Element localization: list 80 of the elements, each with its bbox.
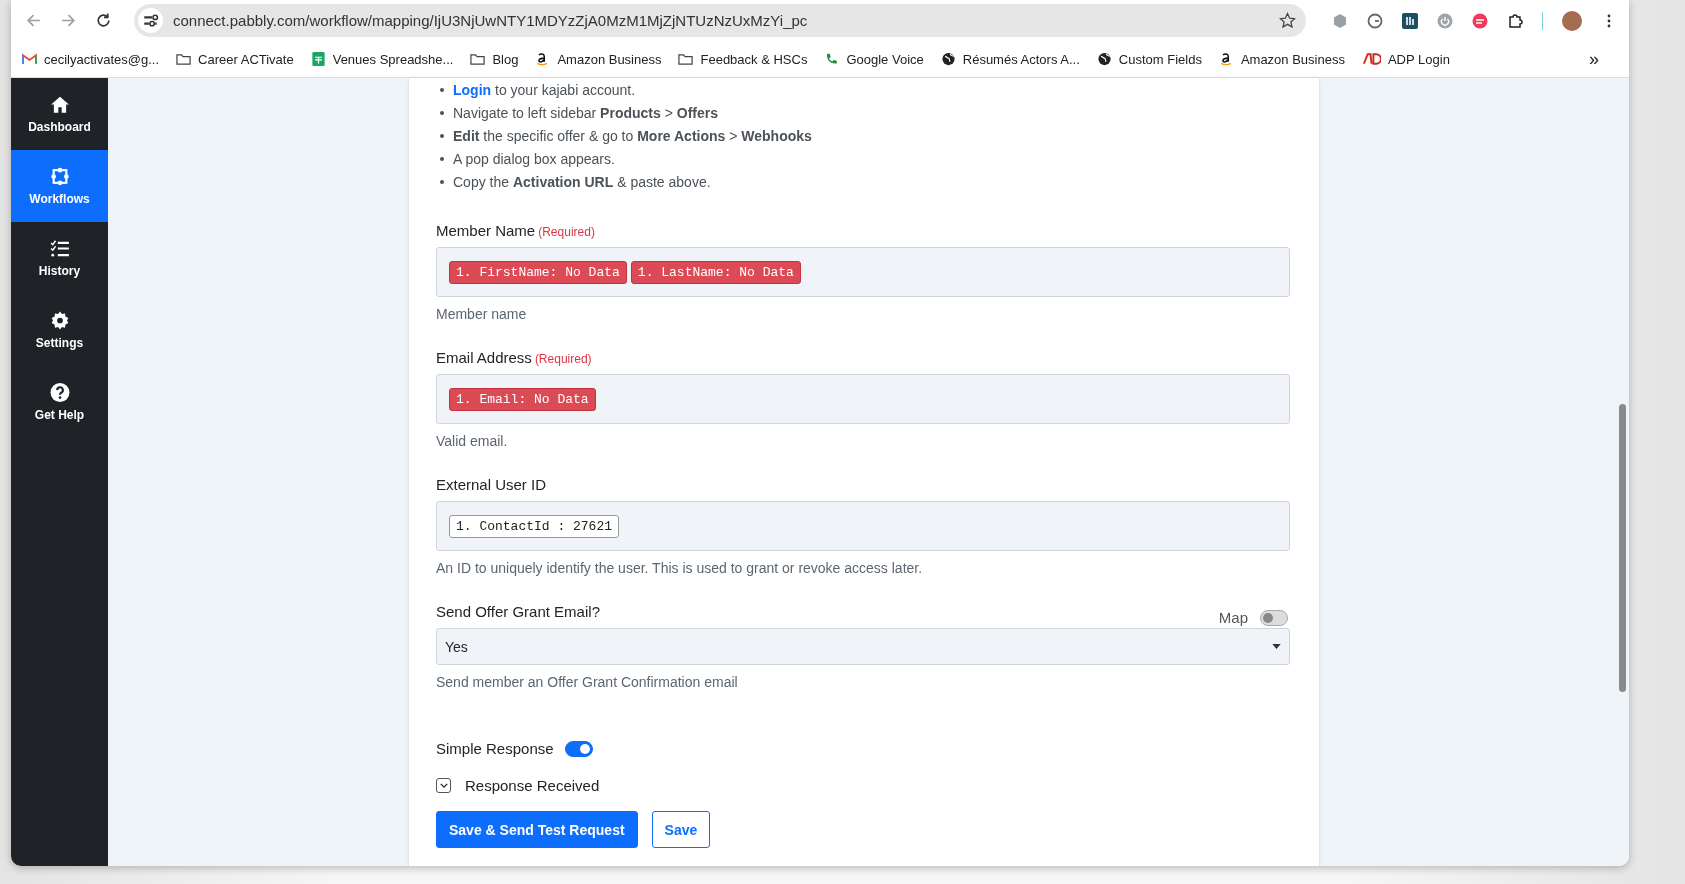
- simple-response-toggle[interactable]: [564, 740, 593, 757]
- bookmark[interactable]: Résumés Actors A...: [940, 51, 1080, 67]
- field-hint: Member name: [436, 306, 528, 322]
- globe-icon: [940, 52, 956, 66]
- sidebar-item[interactable]: Get Help: [11, 366, 108, 438]
- folder-icon: [176, 52, 192, 66]
- folder-icon: [678, 52, 694, 66]
- login-link[interactable]: Login: [453, 81, 492, 98]
- chevron-icon: [439, 783, 448, 788]
- sidebar-item[interactable]: Workflows: [11, 150, 108, 222]
- mapped-value-tag: 1. FirstName: No Data: [449, 260, 627, 284]
- amazon-icon: [1218, 52, 1234, 66]
- globe-icon: [1096, 52, 1112, 66]
- save-and-test-button[interactable]: Save & Send Test Request: [436, 811, 638, 848]
- extension-icon[interactable]: [1402, 12, 1418, 29]
- bookmark[interactable]: Google Voice: [824, 51, 924, 67]
- reload-icon[interactable]: [95, 12, 112, 29]
- map-toggle[interactable]: [1260, 609, 1288, 626]
- bookmark[interactable]: Feedback & HSCs: [678, 51, 808, 67]
- checklist-icon: [49, 238, 70, 258]
- power-icon[interactable]: [1437, 12, 1453, 29]
- bookmark[interactable]: Custom Fields: [1096, 51, 1202, 67]
- bookmark[interactable]: Amazon Business: [535, 51, 662, 67]
- toggle-label: Simple Response: [436, 740, 554, 757]
- map-label: Map: [1218, 609, 1248, 626]
- required-note: (Required): [538, 225, 595, 239]
- bookmark[interactable]: Venues Spreadshe...: [310, 51, 454, 67]
- bookmark[interactable]: ADP Login: [1361, 51, 1450, 67]
- field-label: Send Offer Grant Email?: [436, 603, 600, 620]
- adp-logo-icon: [1361, 52, 1381, 66]
- bookmark-star-icon[interactable]: [1279, 12, 1296, 29]
- select-field[interactable]: Yes: [436, 628, 1290, 665]
- instruction-text: A pop dialog box appears.: [453, 150, 615, 167]
- folder-icon: [470, 52, 486, 66]
- sidebar-item[interactable]: Settings: [11, 294, 108, 366]
- mapped-value-tag: 1. LastName: No Data: [630, 260, 801, 284]
- instruction-text: Navigate to left sidebar Products > Offers: [453, 104, 718, 121]
- field-hint: An ID to uniquely identify the user. This is used to grant or revoke access later.: [436, 560, 924, 576]
- sidebar-item[interactable]: Dashboard: [11, 78, 108, 150]
- field-label: Member Name: [436, 222, 536, 239]
- more-bookmarks-button[interactable]: »: [1589, 48, 1599, 70]
- instruction-text: Copy the Activation URL & paste above.: [453, 173, 711, 190]
- field-label: Email Address: [436, 349, 532, 366]
- bookmark[interactable]: Blog: [470, 51, 519, 67]
- bookmark[interactable]: cecilyactivates@g...: [22, 51, 160, 67]
- url-text: connect.pabbly.com/workflow/mapping/IjU3NjUwNTY1MDYzZjA0MzM1MjZjNTUzNzUxMzYi_pc: [173, 12, 809, 29]
- mapping-field[interactable]: 1. ContactId : 27621: [436, 501, 1290, 551]
- mapping-field[interactable]: 1. FirstName: No Data 1. LastName: No Data: [436, 247, 1290, 297]
- spreadsheet-icon: [310, 52, 326, 66]
- home-icon: [49, 94, 70, 114]
- field-hint: Valid email.: [436, 433, 509, 449]
- mapped-value-tag: 1. ContactId : 27621: [449, 514, 620, 538]
- workflow-icon: [49, 166, 70, 186]
- scrollbar-thumb[interactable]: [1619, 404, 1626, 692]
- extension-icon[interactable]: [1367, 12, 1383, 29]
- expand-toggle[interactable]: [436, 778, 451, 793]
- instruction-text: Edit the specific offer & go to More Actions > Webhooks: [453, 127, 812, 144]
- bookmark[interactable]: Amazon Business: [1218, 51, 1345, 67]
- instruction-text: Login to your kajabi account.: [453, 81, 636, 98]
- bookmark[interactable]: Career ACTivate: [176, 51, 294, 67]
- help-icon: [49, 382, 70, 402]
- phone-icon: [824, 52, 840, 66]
- avatar[interactable]: [1562, 10, 1582, 31]
- field-hint: Send member an Offer Grant Confirmation email: [436, 674, 739, 690]
- mapped-value-tag: 1. Email: No Data: [449, 387, 596, 411]
- mail-icon: [22, 52, 37, 66]
- required-note: (Required): [534, 352, 592, 366]
- sidebar-item[interactable]: History: [11, 222, 108, 294]
- extension-icon[interactable]: [1472, 12, 1488, 29]
- forward-arrow-icon[interactable]: [60, 12, 77, 29]
- caret-icon: [1272, 644, 1281, 649]
- puzzle-icon[interactable]: [1507, 12, 1523, 29]
- save-button[interactable]: Save: [651, 811, 711, 848]
- section-label: Response Received: [465, 777, 600, 794]
- field-label: External User ID: [436, 476, 547, 493]
- site-settings-icon[interactable]: [138, 8, 163, 33]
- gear-icon: [49, 310, 70, 330]
- back-arrow-icon[interactable]: [25, 12, 42, 29]
- mapping-field[interactable]: 1. Email: No Data: [436, 374, 1290, 424]
- address-bar[interactable]: connect.pabbly.com/workflow/mapping/IjU3NjUwNTY1MDYzZjA0MzM1MjZjNTUzNzUxMzYi_pc: [134, 4, 1306, 37]
